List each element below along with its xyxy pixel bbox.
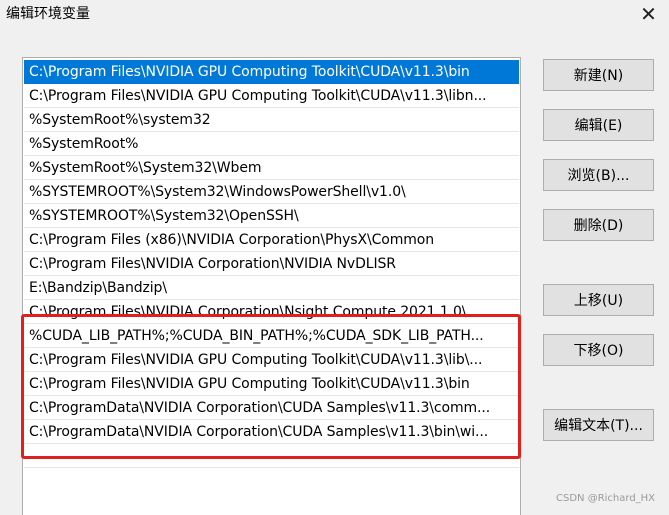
move-down-button[interactable]: 下移(O) <box>543 334 654 366</box>
list-item[interactable]: C:\Program Files (x86)\NVIDIA Corporatio… <box>24 228 519 252</box>
empty-list-item[interactable] <box>24 444 519 468</box>
list-item[interactable]: C:\Program Files\NVIDIA Corporation\NVID… <box>24 252 519 276</box>
list-item[interactable]: C:\Program Files\NVIDIA GPU Computing To… <box>24 372 519 396</box>
path-list[interactable]: C:\Program Files\NVIDIA GPU Computing To… <box>22 57 521 515</box>
list-item[interactable]: %SYSTEMROOT%\System32\OpenSSH\ <box>24 204 519 228</box>
watermark: CSDN @Richard_HX <box>556 493 656 504</box>
list-item[interactable]: C:\Program Files\NVIDIA GPU Computing To… <box>24 348 519 372</box>
list-item[interactable]: E:\Bandzip\Bandzip\ <box>24 276 519 300</box>
browse-button[interactable]: 浏览(B)... <box>543 159 654 191</box>
list-item[interactable]: %SystemRoot% <box>24 132 519 156</box>
list-item[interactable]: C:\ProgramData\NVIDIA Corporation\CUDA S… <box>24 420 519 444</box>
list-item[interactable]: C:\Program Files\NVIDIA GPU Computing To… <box>24 84 519 108</box>
close-icon[interactable]: ✕ <box>628 0 669 28</box>
list-item[interactable]: C:\Program Files\NVIDIA Corporation\Nsig… <box>24 300 519 324</box>
edit-text-button[interactable]: 编辑文本(T)... <box>543 409 654 441</box>
window-title: 编辑环境变量 <box>6 6 90 22</box>
new-button[interactable]: 新建(N) <box>543 59 654 91</box>
list-item[interactable]: C:\ProgramData\NVIDIA Corporation\CUDA S… <box>24 396 519 420</box>
edit-button[interactable]: 编辑(E) <box>543 109 654 141</box>
list-item[interactable]: %SystemRoot%\System32\Wbem <box>24 156 519 180</box>
list-item[interactable]: %SYSTEMROOT%\System32\WindowsPowerShell\… <box>24 180 519 204</box>
list-item[interactable]: %SystemRoot%\system32 <box>24 108 519 132</box>
list-item[interactable]: %CUDA_LIB_PATH%;%CUDA_BIN_PATH%;%CUDA_SD… <box>24 324 519 348</box>
delete-button[interactable]: 删除(D) <box>543 209 654 241</box>
list-item[interactable]: C:\Program Files\NVIDIA GPU Computing To… <box>24 60 519 84</box>
move-up-button[interactable]: 上移(U) <box>543 284 654 316</box>
